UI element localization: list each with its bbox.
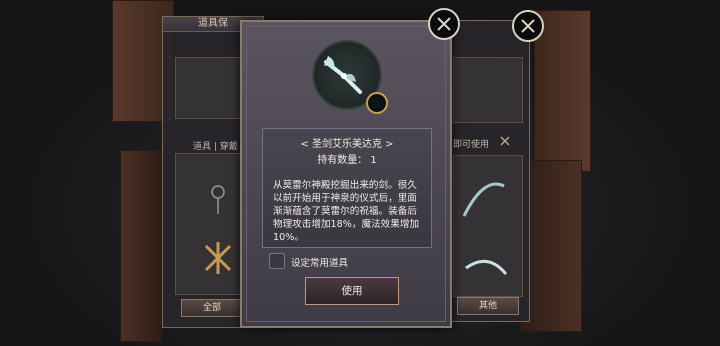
item-thumbnails-right	[462, 182, 508, 275]
inventory-tab-label[interactable]: 道具 | 穿戴	[193, 139, 238, 152]
use-button[interactable]: 使用	[305, 277, 399, 305]
favorite-checkbox[interactable]	[269, 253, 285, 269]
item-detail-dialog: < 圣剑艾乐美达克 > 持有数量： 1 从莫雷尔神殿挖掘出来的剑。很久以前开始用…	[240, 20, 452, 328]
background-building	[534, 10, 591, 172]
item-description: 从莫雷尔神殿挖掘出来的剑。很久以前开始用于神泉的仪式后，里面渐渐蕴含了莫雷尔的祝…	[273, 180, 420, 243]
category-other-button[interactable]: 其他	[457, 297, 519, 315]
item-description-box: < 圣剑艾乐美达克 > 持有数量： 1 从莫雷尔神殿挖掘出来的剑。很久以前开始用…	[262, 128, 432, 248]
favorite-checkbox-label[interactable]: 设定常用道具	[291, 255, 348, 269]
close-button-back[interactable]	[512, 10, 544, 42]
close-x-icon	[437, 17, 451, 31]
category-all-button[interactable]: 全部	[181, 299, 243, 317]
usable-hint-label: 即可使用	[453, 140, 490, 150]
item-count: 持有数量： 1	[317, 155, 377, 166]
inventory-panel-back-right: 即可使用 其他	[448, 20, 530, 322]
background-building	[120, 150, 162, 342]
item-badge-icon	[366, 92, 388, 114]
item-name: < 圣剑艾乐美达克 >	[300, 139, 394, 150]
game-scene: 道具保 道具 | 穿戴 全部 即可使用 其他 < 圣剑艾乐美达克 > 持有数量：…	[0, 0, 720, 346]
item-grid-right	[453, 155, 523, 297]
close-small-icon[interactable]	[499, 135, 511, 147]
close-button[interactable]	[428, 8, 460, 40]
equip-slot-area-right	[453, 57, 523, 123]
close-x-icon	[521, 19, 535, 33]
